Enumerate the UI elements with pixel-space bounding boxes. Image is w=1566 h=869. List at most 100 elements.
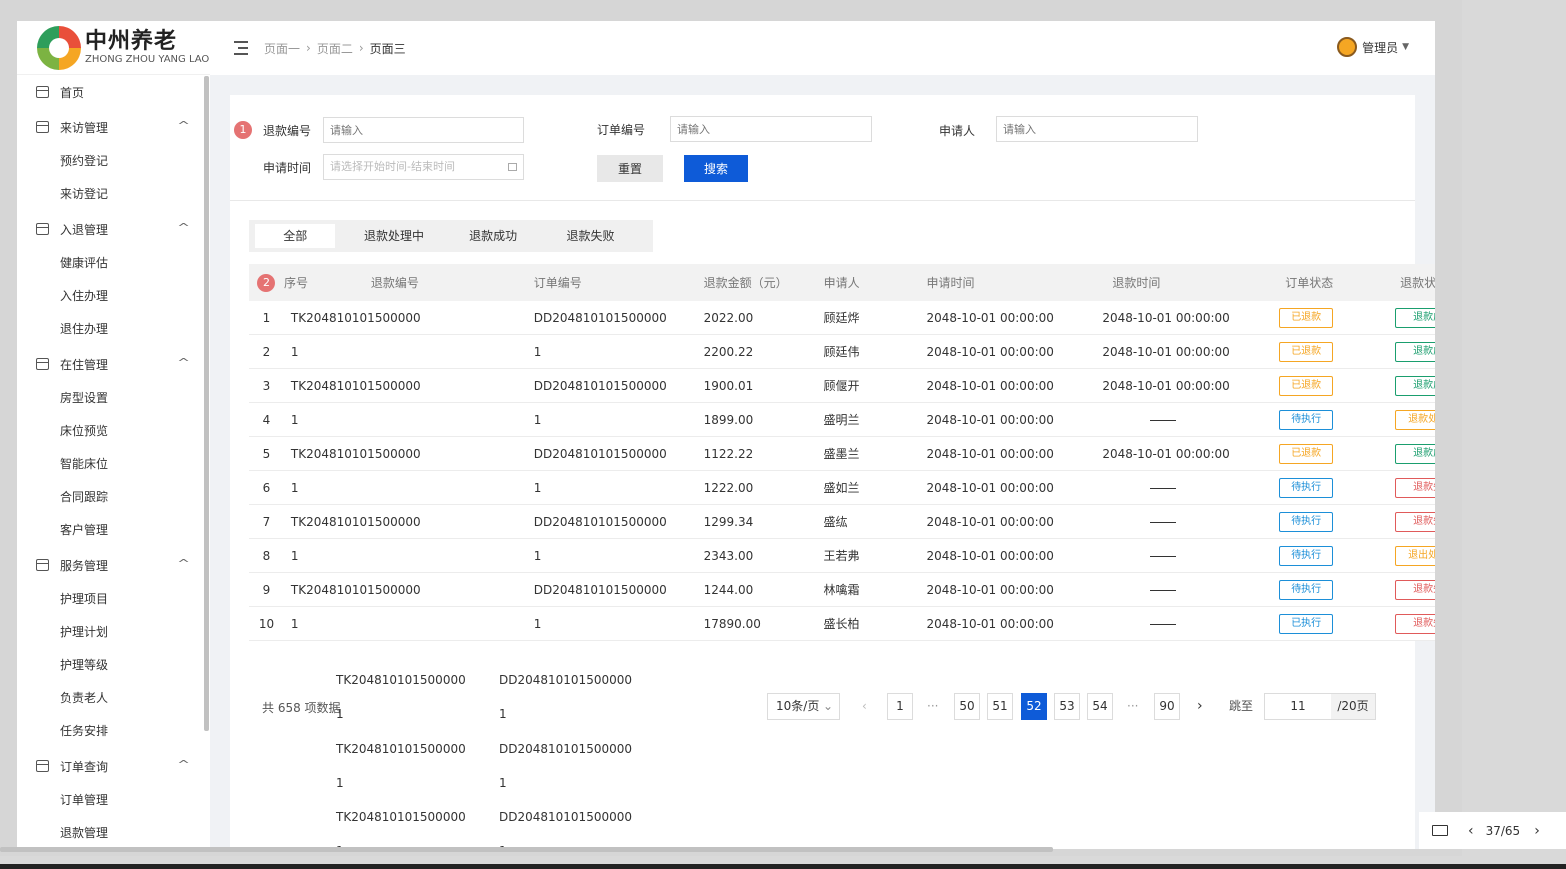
cell-order-status: 待执行 (1279, 409, 1395, 430)
next-page-icon[interactable]: › (1197, 693, 1203, 720)
page-button-current[interactable]: 52 (1021, 693, 1047, 720)
refund-status-badge: 退款失败 (1395, 477, 1435, 498)
sidebar-item[interactable]: 健康评估 (17, 247, 210, 280)
sidebar-group[interactable]: 服务管理 ^ (17, 547, 210, 583)
cell-order-status: 已退款 (1279, 375, 1395, 396)
tab-success[interactable]: 退款成功 (453, 224, 534, 248)
menu-item-icon (36, 358, 49, 370)
sidebar-item[interactable]: 床位预览 (17, 415, 210, 448)
order-status-badge: 已退款 (1279, 375, 1334, 396)
page-button[interactable]: 54 (1087, 693, 1113, 720)
table-row: 3 TK204810101500000 DD204810101500000 1900.… (249, 369, 1435, 403)
col-applicant: 申请人 (823, 276, 860, 290)
jump-page-input[interactable]: 11 (1265, 694, 1331, 719)
cell-amount: 1222.00 (703, 480, 754, 495)
chevron-right-icon[interactable]: › (1534, 823, 1540, 839)
cell-refund-status: 退款处理中 (1395, 409, 1435, 430)
cell-refund-no: 1 (290, 548, 299, 563)
user-menu[interactable]: 管理员 ▼ (1337, 37, 1409, 57)
breadcrumb-item-2[interactable]: 页面二 (317, 40, 353, 57)
cell-amount: 2343.00 (703, 548, 754, 563)
menu-item-icon (36, 760, 49, 772)
sidebar-item[interactable]: 护理项目 (17, 583, 210, 616)
cell-order-no: DD204810101500000 (533, 514, 667, 529)
cell-no: 1 (262, 310, 271, 325)
table-row: 4 1 1 1899.00 盛明兰 2048-10-01 00:00:00 待执行 退款处理中… (249, 403, 1435, 437)
sidebar-group[interactable]: 订单查询 ^ (17, 748, 210, 784)
sidebar-item[interactable]: 护理计划 (17, 616, 210, 649)
chevron-left-icon[interactable]: ‹ (1468, 823, 1474, 839)
page-ellipsis[interactable]: ··· (1127, 693, 1138, 720)
sidebar-item[interactable]: 订单管理 (17, 784, 210, 817)
sidebar-item[interactable]: 来访登记 (17, 178, 210, 211)
sidebar-item[interactable]: 智能床位 (17, 448, 210, 481)
cell-refund-status: 退款成功 (1395, 375, 1435, 396)
sidebar-group[interactable]: 在住管理 ^ (17, 346, 210, 382)
sidebar-item[interactable]: 客户管理 (17, 514, 210, 547)
cell-apply-time: 2048-10-01 00:00:00 (926, 378, 1054, 393)
cell-order-no: 1 (533, 480, 542, 495)
sidebar-item[interactable]: 房型设置 (17, 382, 210, 415)
tab-processing[interactable]: 退款处理中 (335, 224, 452, 248)
cell-refund-time (1102, 583, 1279, 597)
step-badge-1: 1 (234, 121, 252, 139)
sidebar-item[interactable]: 预约登记 (17, 145, 210, 178)
sidebar: 中州养老 ZHONG ZHOU YANG LAO 首页 来访管理 ^ 预约登记 来访登记… (17, 21, 210, 849)
applicant-label: 申请人 (939, 124, 976, 138)
sidebar-group-label: 来访管理 (60, 120, 109, 135)
refund-status-badge: 退款失败 (1395, 511, 1435, 532)
search-button[interactable]: 搜索 (684, 155, 748, 182)
col-order-status: 订单状态 (1285, 276, 1334, 290)
menu-item-icon (36, 223, 49, 235)
order-no-input[interactable] (670, 116, 872, 142)
sidebar-item[interactable]: 退住办理 (17, 313, 210, 346)
sidebar-item-home[interactable]: 首页 (17, 75, 210, 109)
keyboard-icon[interactable] (1432, 825, 1448, 836)
sidebar-item[interactable]: 负责老人 (17, 682, 210, 715)
overflow-refund-no: 1 (336, 776, 344, 790)
page-button[interactable]: 51 (987, 693, 1013, 720)
page-size-select[interactable]: 10条/页 ⌄ (767, 693, 840, 720)
refund-table: 2 序号 退款编号 订单编号 退款金额（元） 申请人 申请时间 退款时间 订单状… (249, 264, 1435, 641)
page-button[interactable]: 90 (1154, 693, 1180, 720)
col-order-no: 订单编号 (533, 276, 582, 290)
cell-order-no: DD204810101500000 (533, 582, 667, 597)
horizontal-scrollbar[interactable] (0, 847, 1053, 852)
breadcrumb-separator-icon: › (306, 41, 311, 55)
table-row: 6111222.00盛如兰2048-10-01 00:00:00待执行退款失败查… (249, 471, 1435, 505)
refund-status-badge: 退款成功 (1395, 341, 1435, 362)
apply-time-range-picker[interactable]: 请选择开始时间-结束时间 (323, 154, 524, 180)
cell-apply-time: 2048-10-01 00:00:00 (926, 616, 1054, 631)
cell-refund-status: 退款失败 (1395, 477, 1435, 498)
tab-failed[interactable]: 退款失败 (534, 224, 647, 248)
page-button[interactable]: 50 (954, 693, 980, 720)
applicant-input[interactable] (996, 116, 1198, 142)
page-ellipsis[interactable]: ··· (927, 693, 938, 720)
order-status-badge: 待执行 (1279, 545, 1334, 566)
overflow-refund-no: TK204810101500000 (336, 742, 466, 756)
empty-dash (1150, 623, 1177, 625)
sidebar-scrollbar[interactable] (204, 76, 209, 731)
refund-no-label: 退款编号 (263, 124, 312, 138)
sidebar-item[interactable]: 退款管理 (17, 817, 210, 849)
breadcrumb-item-1[interactable]: 页面一 (264, 40, 300, 57)
sidebar-item[interactable]: 入住办理 (17, 280, 210, 313)
page-button[interactable]: 53 (1054, 693, 1080, 720)
sidebar-group-label: 服务管理 (60, 558, 109, 573)
prev-page-icon[interactable]: ‹ (862, 693, 867, 720)
cell-applicant: 顾廷伟 (823, 345, 860, 359)
sidebar-item[interactable]: 任务安排 (17, 715, 210, 748)
empty-dash (1150, 419, 1177, 421)
reset-button[interactable]: 重置 (597, 155, 663, 182)
tab-all[interactable]: 全部 (255, 224, 336, 248)
page-button[interactable]: 1 (887, 693, 913, 720)
sidebar-item[interactable]: 合同跟踪 (17, 481, 210, 514)
refund-no-input[interactable] (323, 117, 524, 143)
menu-fold-icon[interactable] (230, 41, 248, 55)
sidebar-group[interactable]: 入退管理 ^ (17, 211, 210, 247)
chevron-up-icon: ^ (176, 119, 190, 132)
pagination: 10条/页 ⌄ ‹ 1 ··· 50 51 52 53 54 ··· 90 › … (230, 693, 1415, 720)
sidebar-item[interactable]: 护理等级 (17, 649, 210, 682)
sidebar-group[interactable]: 来访管理 ^ (17, 109, 210, 145)
cell-refund-no: 1 (290, 616, 299, 631)
